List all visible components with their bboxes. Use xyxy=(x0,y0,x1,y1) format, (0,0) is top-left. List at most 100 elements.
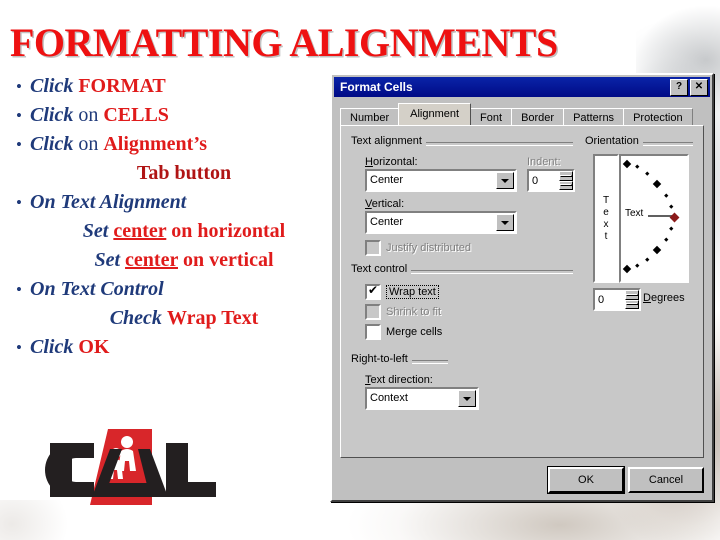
degrees-label: Degrees xyxy=(643,292,685,304)
orientation-group-label: Orientation xyxy=(585,135,643,147)
orientation-marker-0[interactable] xyxy=(669,212,680,223)
bullet-text: On Text Alignment xyxy=(30,188,186,217)
bullet-line: • On Text Control xyxy=(8,275,338,304)
bullet-text: Set center on vertical xyxy=(94,246,273,275)
horizontal-combo[interactable]: Center xyxy=(365,169,517,192)
logo-letter-a-bar xyxy=(102,483,158,497)
alignment-tab-panel: Text alignment Horizontal: Center Vertic… xyxy=(340,125,704,458)
text-alignment-group-label: Text alignment xyxy=(351,135,426,147)
bullet-text-run: Click xyxy=(30,133,79,155)
bullet-text-run: Set xyxy=(82,220,114,242)
checkbox-row-wrap-text[interactable]: ✔ Wrap text xyxy=(365,284,439,300)
bullet-text-run: Wrap Text xyxy=(166,307,259,329)
help-button[interactable]: ? xyxy=(670,78,688,96)
orientation-tick xyxy=(635,263,640,268)
bullet-text: On Text Control xyxy=(30,275,164,304)
bullet-line: • Click OK xyxy=(8,333,338,362)
chevron-down-icon[interactable] xyxy=(458,390,476,407)
bullet-text-run: CELLS xyxy=(103,104,169,126)
orientation-marker-90[interactable] xyxy=(622,159,632,169)
bullet-subline: Set center on horizontal xyxy=(8,217,338,246)
vertical-label-rest: ertical: xyxy=(371,198,405,210)
cancel-button[interactable]: Cancel xyxy=(628,467,704,493)
page-title: FORMATTING ALIGNMENTS xyxy=(10,20,558,65)
indent-spin-buttons[interactable] xyxy=(559,171,573,190)
bullet-marker: • xyxy=(16,77,22,96)
bullet-text-run: Click xyxy=(30,75,79,97)
bullet-marker: • xyxy=(16,193,22,212)
text-direction-value: Context xyxy=(370,392,408,404)
bullet-text: Check Wrap Text xyxy=(110,304,259,333)
orientation-tick xyxy=(635,164,640,169)
bullet-subline: Check Wrap Text xyxy=(8,304,338,333)
chevron-down-icon[interactable] xyxy=(496,214,514,231)
checkbox-shrink-to-fit[interactable] xyxy=(365,304,381,320)
bullet-text: Click OK xyxy=(30,333,109,362)
degrees-label-rest: egrees xyxy=(650,292,685,304)
bullet-text-run: Click xyxy=(30,104,79,126)
orientation-vertical-text-box[interactable]: T e x t xyxy=(593,154,619,283)
orientation-marker-45[interactable] xyxy=(652,179,662,189)
tab-alignment[interactable]: Alignment xyxy=(398,103,472,125)
check-icon: ✔ xyxy=(368,283,379,297)
vertical-label: Vertical: xyxy=(365,198,404,210)
text-direction-combo[interactable]: Context xyxy=(365,387,479,410)
orientation-tick xyxy=(669,226,674,231)
checkbox-wrap-text[interactable]: ✔ xyxy=(365,284,381,300)
dialog-title: Format Cells xyxy=(340,80,413,94)
orientation-dial-text: Text xyxy=(625,208,644,219)
checkbox-row-shrink-to-fit[interactable]: Shrink to fit xyxy=(365,304,441,320)
orientation-tick xyxy=(669,204,674,209)
text-control-group-label: Text control xyxy=(351,263,412,275)
degrees-spin-buttons[interactable] xyxy=(625,290,639,309)
cal-logo-svg xyxy=(45,429,216,505)
vertical-value: Center xyxy=(370,216,404,228)
orientation-vertical-letter: x xyxy=(603,218,609,230)
bullet-text: Click FORMAT xyxy=(30,72,166,101)
orientation-vertical-letter: T xyxy=(602,194,610,206)
justify-distributed-checkbox[interactable] xyxy=(365,240,381,256)
justify-distributed-checkbox-row[interactable]: Justify distributed xyxy=(365,240,471,256)
bullet-subline: Tab button xyxy=(8,159,338,188)
orientation-tick xyxy=(645,257,650,262)
degrees-spin-down[interactable] xyxy=(625,299,639,309)
vertical-combo[interactable]: Center xyxy=(365,211,517,234)
indent-spin-down[interactable] xyxy=(559,180,573,190)
bullet-text-run: on horizontal xyxy=(166,220,286,242)
right-to-left-group-label: Right-to-left xyxy=(351,353,412,365)
checkbox-row-merge-cells[interactable]: Merge cells xyxy=(365,324,442,340)
checkbox-merge-cells[interactable] xyxy=(365,324,381,340)
slide-canvas: FORMATTING ALIGNMENTS • Click FORMAT • Clic… xyxy=(0,0,720,540)
orientation-vertical-letter: e xyxy=(603,206,609,218)
bullet-text-run: Click xyxy=(30,336,79,358)
bullet-line: • On Text Alignment xyxy=(8,188,338,217)
text-direction-label-rest: ext direction: xyxy=(370,374,433,386)
indent-spin-up[interactable] xyxy=(559,171,573,181)
bullet-text-run: OK xyxy=(78,336,110,358)
horizontal-label-accel: H xyxy=(365,156,373,168)
dialog-titlebar[interactable]: Format Cells ? ✕ xyxy=(334,77,710,97)
logo-letter-l xyxy=(166,443,216,497)
bullet-text-run: center xyxy=(113,220,167,242)
dialog-tabstrip: Number Alignment Font Border Patterns Protect… xyxy=(340,103,704,127)
bullet-text-run: on xyxy=(78,104,104,126)
bullet-text-run: Check xyxy=(109,307,167,329)
degrees-stepper[interactable]: 0 xyxy=(593,288,641,311)
logo-figure-head-a xyxy=(121,436,133,448)
checkbox-label: Shrink to fit xyxy=(386,306,442,318)
bullet-text: Click on Alignment’s xyxy=(30,130,207,159)
ok-button[interactable]: OK xyxy=(548,467,624,493)
checkbox-label: Merge cells xyxy=(386,326,443,338)
close-icon[interactable]: ✕ xyxy=(690,78,708,96)
orientation-marker-minus45[interactable] xyxy=(652,245,662,255)
orientation-dial[interactable]: Text xyxy=(619,154,689,283)
orientation-marker-minus90[interactable] xyxy=(622,264,632,274)
right-to-left-group: Right-to-left Text direction: Context xyxy=(351,353,573,424)
indent-value: 0 xyxy=(532,174,539,187)
bullet-marker: • xyxy=(16,338,22,357)
chevron-down-icon[interactable] xyxy=(496,172,514,189)
bullet-text-run: On Text Control xyxy=(30,278,164,300)
degrees-spin-up[interactable] xyxy=(625,290,639,300)
indent-stepper[interactable]: 0 xyxy=(527,169,575,192)
horizontal-value: Center xyxy=(370,174,404,186)
